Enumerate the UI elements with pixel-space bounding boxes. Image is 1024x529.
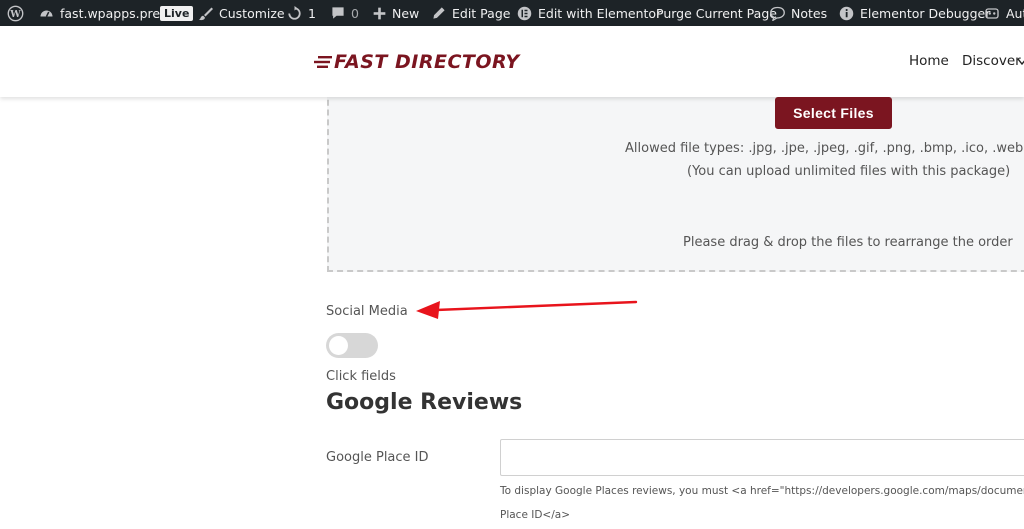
notes-link[interactable]: Notes [770,0,827,26]
elementor-debugger-link[interactable]: Elementor Debugger [839,0,990,26]
edit-page-link[interactable]: Edit Page [432,0,510,26]
plus-icon [373,7,386,19]
toggle-knob [329,336,348,355]
google-reviews-heading: Google Reviews [326,390,523,415]
comments-link[interactable]: 0 [331,0,359,26]
drag-drop-note: Please drag & drop the files to rearrang… [683,235,1013,250]
logo-text: FAST DIRECTORY [334,51,520,73]
google-place-id-label: Google Place ID [326,450,429,465]
site-header: FAST DIRECTORY Home Discover [0,26,1024,97]
click-fields-hint: Click fields [326,369,396,384]
place-id-help-line1: To display Google Places reviews, you mu… [500,485,1024,497]
purge-page-link[interactable]: Purge Current Page [656,0,777,26]
chevron-down-icon[interactable] [1018,59,1024,65]
social-media-label: Social Media [326,304,408,319]
speed-lines-icon [314,56,332,68]
nav-home[interactable]: Home [909,53,949,69]
elementor-icon [517,6,532,20]
site-name-menu[interactable]: fast.wpapps.press [39,0,173,26]
place-id-help-line2: Place ID</a> [500,509,571,521]
site-name: fast.wpapps.press [60,5,174,21]
paintbrush-icon [198,7,213,20]
updates-icon [288,5,301,20]
new-content-menu[interactable]: New [373,0,419,26]
wordpress-logo-button[interactable]: W [7,0,24,26]
customize-link[interactable]: Customize [198,0,285,26]
robot-icon [985,7,999,19]
live-badge[interactable]: Live [160,0,194,26]
site-logo[interactable]: FAST DIRECTORY [314,51,520,73]
info-icon [839,6,854,20]
wordpress-icon: W [7,5,24,21]
auto-menu[interactable]: Aut [984,0,1024,26]
nav-discover[interactable]: Discover [962,53,1021,69]
edit-with-elementor-link[interactable]: Edit with Elementor [517,0,661,26]
select-files-button[interactable]: Select Files [775,97,892,129]
svg-text:W: W [9,8,21,19]
annotation-arrow [416,300,638,319]
updates-link[interactable]: 1 [287,0,316,26]
unlimited-files-note: (You can upload unlimited files with thi… [687,164,1011,179]
speech-bubble-icon [770,6,785,21]
social-media-toggle[interactable] [326,333,378,358]
google-place-id-input[interactable] [500,439,1024,476]
allowed-file-types: Allowed file types: .jpg, .jpe, .jpeg, .… [625,141,1024,156]
admin-bar: W fast.wpapps.press Live Customize 1 0 N… [0,0,1024,26]
comment-icon [332,7,344,19]
pencil-icon [433,7,445,19]
dashboard-icon [40,10,53,17]
